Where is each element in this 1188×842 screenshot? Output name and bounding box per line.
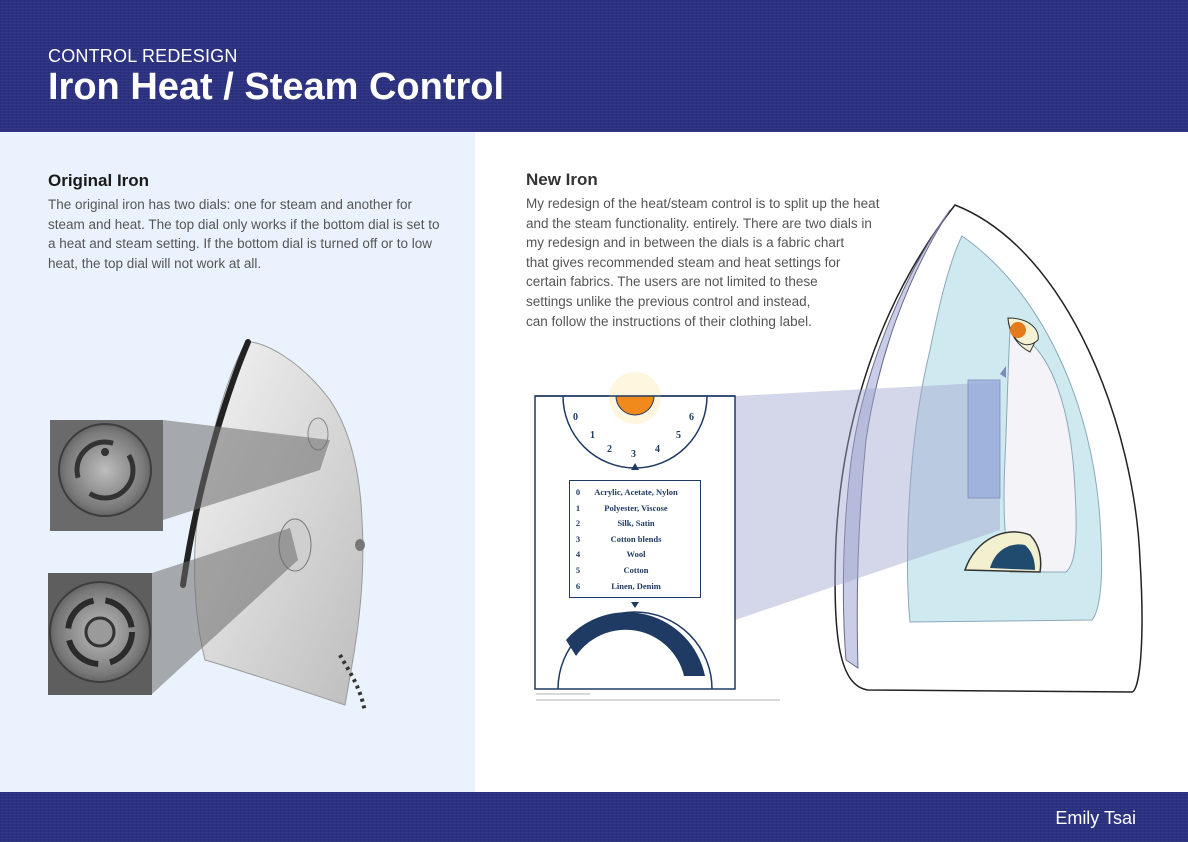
fabric-chart-row: 2 Silk, Satin: [570, 518, 684, 534]
heat-dial-tick: 0: [573, 412, 578, 423]
heat-dial-tick: 2: [607, 444, 612, 455]
fabric-setting: 1: [575, 502, 581, 513]
fabric-name: Acrylic, Acetate, Nylon: [594, 487, 678, 497]
fabric-setting: 0: [575, 487, 581, 497]
footer-banner: [0, 792, 1188, 842]
heat-dial-tick: 1: [590, 430, 595, 441]
fabric-chart: 0 Acrylic, Acetate, Nylon 1 Polyester, V…: [569, 480, 701, 598]
heat-dial-tick: 4: [655, 444, 660, 455]
fabric-name: Wool: [626, 549, 646, 560]
fabric-chart-row: 1 Polyester, Viscose: [570, 503, 684, 519]
fabric-setting: 4: [575, 549, 581, 560]
fabric-name: Cotton blends: [610, 533, 662, 544]
author-name: Emily Tsai: [1055, 808, 1136, 828]
fabric-name: Silk, Satin: [617, 518, 655, 529]
fabric-chart-row: 3 Cotton blends: [570, 534, 684, 550]
heat-dial-tick: 3: [631, 449, 636, 460]
heat-dial-tick: 5: [676, 430, 681, 441]
heat-dial-tick: 6: [689, 412, 694, 423]
fabric-name: Polyester, Viscose: [604, 502, 668, 513]
fabric-setting: 5: [575, 565, 581, 575]
fabric-chart-row: 6 Linen, Denim: [570, 581, 684, 597]
fabric-name: Cotton: [623, 565, 649, 575]
new-iron-illustration: [534, 204, 1143, 701]
fabric-setting: 6: [575, 580, 581, 591]
fabric-chart-row: 4 Wool: [570, 549, 684, 565]
fabric-setting: 2: [575, 518, 581, 529]
fabric-setting: 3: [575, 533, 581, 544]
fabric-chart-row: 5 Cotton: [570, 565, 684, 581]
fabric-name: Linen, Denim: [611, 580, 661, 591]
fabric-chart-row: 0 Acrylic, Acetate, Nylon: [570, 487, 684, 503]
